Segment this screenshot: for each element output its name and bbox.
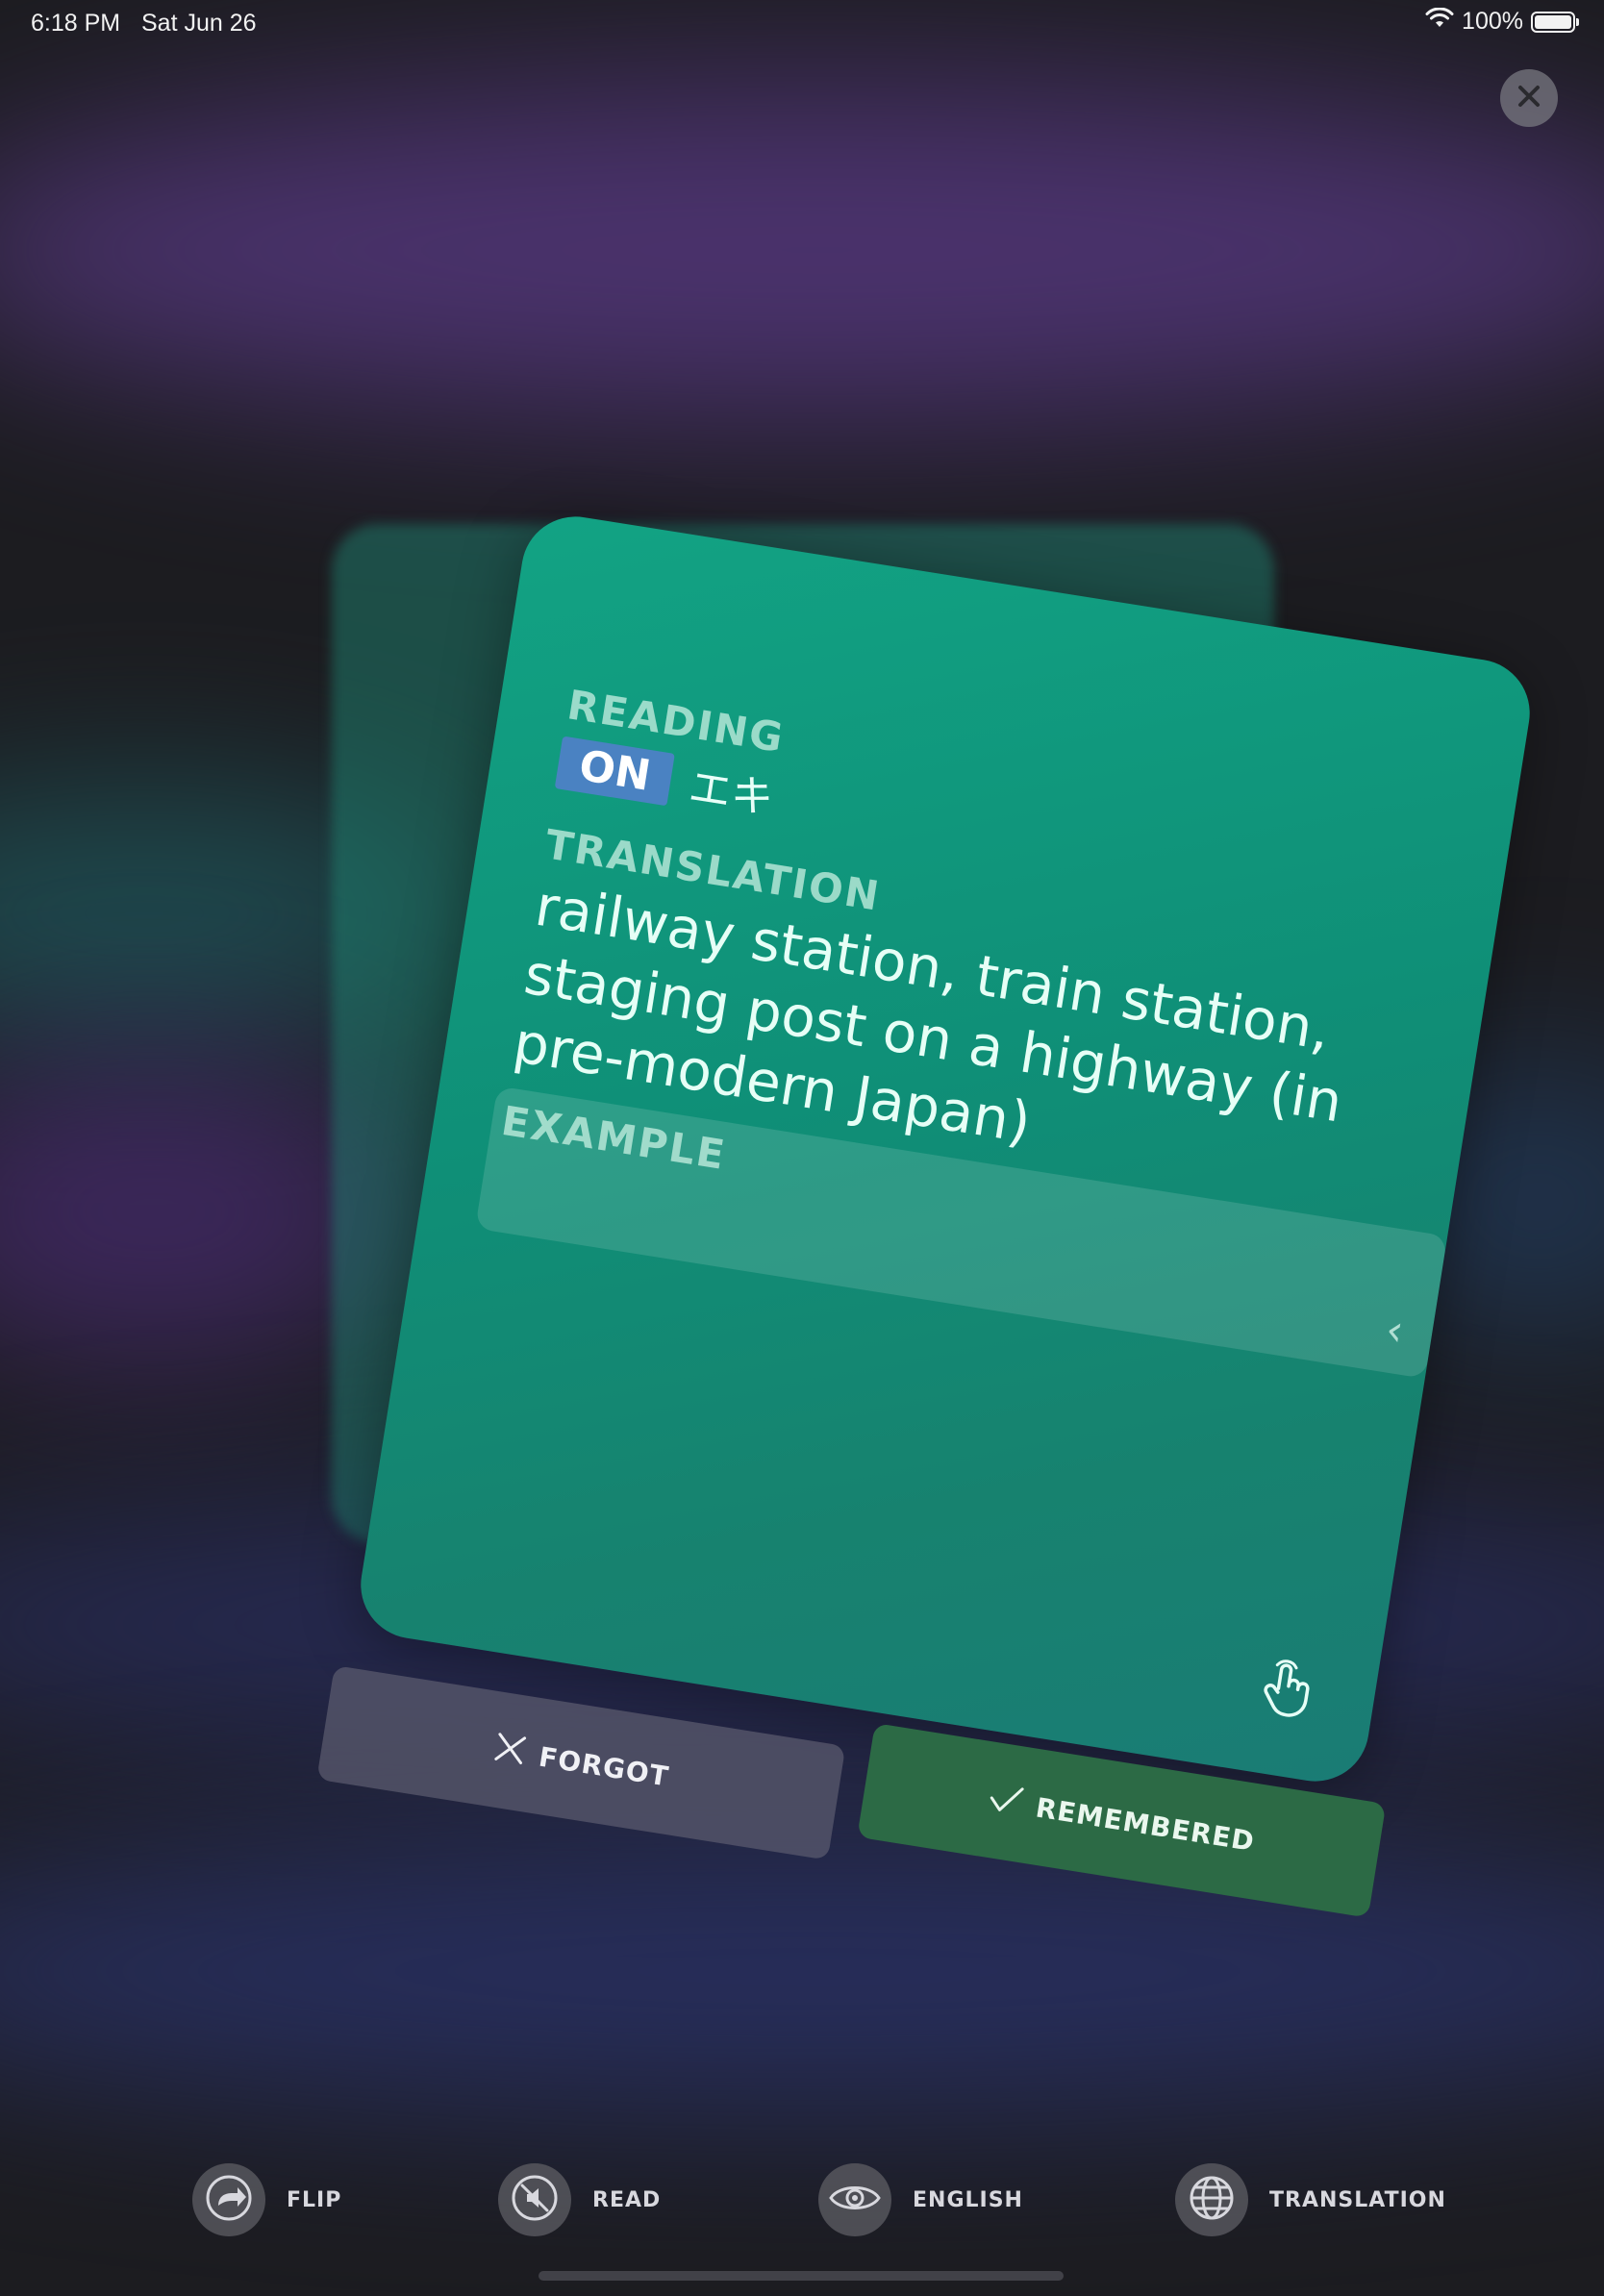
status-indicators: 100%	[1425, 7, 1579, 36]
check-icon	[986, 1781, 1026, 1823]
flip-button[interactable]	[192, 2163, 265, 2236]
chevron-left-icon[interactable]: ‹	[1383, 1305, 1407, 1356]
read-tool[interactable]: READ	[498, 2163, 661, 2236]
wifi-icon	[1425, 7, 1454, 36]
globe-icon	[1187, 2173, 1237, 2228]
x-icon	[490, 1730, 529, 1774]
flashcard[interactable]: READING ON エキ TRANSLATION railway statio…	[353, 509, 1538, 1789]
battery-icon	[1531, 11, 1579, 33]
translation-tool-label: TRANSLATION	[1269, 2187, 1446, 2212]
tap-hand-icon	[1251, 1653, 1321, 1723]
close-button[interactable]	[1500, 69, 1558, 127]
status-date: Sat Jun 26	[141, 10, 257, 37]
flip-label: FLIP	[287, 2187, 342, 2212]
reading-value: エキ	[685, 762, 777, 825]
speaker-muted-icon	[510, 2173, 560, 2228]
share-arrow-icon	[204, 2173, 254, 2228]
read-button[interactable]	[498, 2163, 571, 2236]
english-label: ENGLISH	[913, 2187, 1023, 2212]
read-label: READ	[592, 2187, 662, 2212]
english-button[interactable]	[818, 2163, 891, 2236]
close-icon	[1516, 83, 1542, 114]
remembered-label: REMEMBERED	[1033, 1790, 1258, 1858]
translation-tool[interactable]: TRANSLATION	[1175, 2163, 1446, 2236]
status-time: 6:18 PM	[31, 10, 121, 37]
eye-icon	[828, 2179, 882, 2222]
translation-button[interactable]	[1175, 2163, 1248, 2236]
english-tool[interactable]: ENGLISH	[818, 2163, 1023, 2236]
bottom-toolbar: FLIP READ ENGLISH TRANSLATION	[0, 2163, 1604, 2240]
on-reading-badge: ON	[554, 736, 676, 806]
battery-percent: 100%	[1462, 8, 1523, 35]
status-bar: 6:18 PM Sat Jun 26 100%	[0, 0, 1604, 46]
home-indicator[interactable]	[539, 2271, 1064, 2281]
example-label: EXAMPLE	[498, 1096, 730, 1180]
flip-tool[interactable]: FLIP	[192, 2163, 341, 2236]
forgot-label: FORGOT	[537, 1740, 671, 1793]
